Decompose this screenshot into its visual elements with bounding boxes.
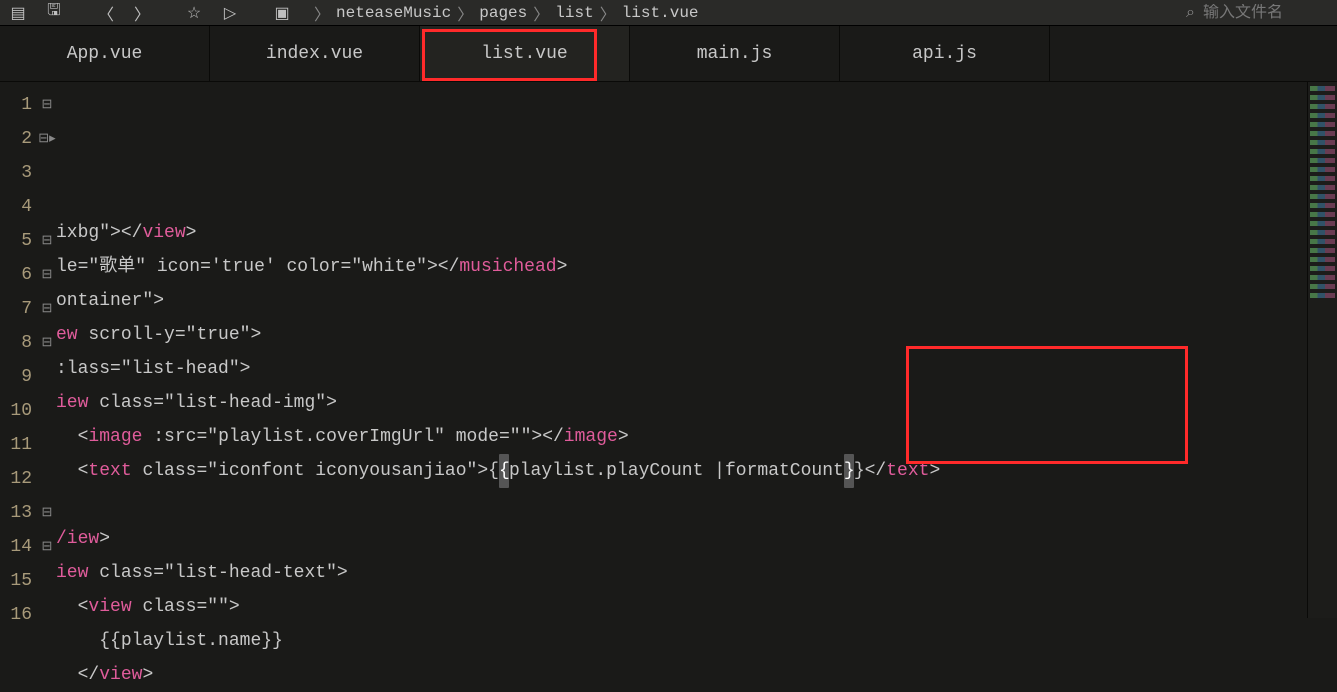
fold-toggle: [38, 564, 56, 598]
line-number: 5: [0, 224, 38, 258]
search-input[interactable]: [1203, 4, 1323, 22]
code-line[interactable]: ontainer">: [56, 284, 1307, 318]
tab-list-vue[interactable]: list.vue: [420, 26, 630, 81]
search-icon[interactable]: ⌕: [1186, 4, 1195, 22]
app-icon: ▣: [268, 1, 296, 25]
crumb[interactable]: list: [555, 4, 593, 22]
code-line[interactable]: <view class="">: [56, 590, 1307, 624]
fold-toggle[interactable]: ⊟: [38, 258, 56, 292]
line-number: 8: [0, 326, 38, 360]
fold-toggle[interactable]: ⊟: [38, 292, 56, 326]
fold-toggle[interactable]: ⊟: [38, 224, 56, 258]
chevron-right-icon: 〉: [457, 1, 473, 25]
code-line[interactable]: /iew>: [56, 522, 1307, 556]
tab-label: list.vue: [481, 44, 567, 64]
chevron-right-icon: 〉: [314, 1, 330, 25]
fold-toggle: [38, 394, 56, 428]
fold-toggle[interactable]: ⊟: [38, 88, 56, 122]
code-line[interactable]: iew class="list-head-img">: [56, 386, 1307, 420]
fold-toggle: [38, 462, 56, 496]
menu-icon[interactable]: ▤: [4, 1, 32, 25]
save-icon[interactable]: 🖫: [40, 1, 68, 25]
run-icon[interactable]: ▷: [216, 1, 244, 25]
forward-icon[interactable]: 〉: [128, 1, 156, 25]
tab-label: api.js: [912, 44, 977, 64]
line-number: 3: [0, 156, 38, 190]
chevron-right-icon: 〉: [533, 1, 549, 25]
code-line[interactable]: </view>: [56, 658, 1307, 692]
code-line[interactable]: ew scroll-y="true">: [56, 318, 1307, 352]
crumb[interactable]: list.vue: [622, 4, 699, 22]
code-line[interactable]: [56, 182, 1307, 216]
fold-toggle: [38, 156, 56, 190]
fold-toggle[interactable]: ⊟: [38, 496, 56, 530]
line-number-gutter: 12345678910111213141516: [0, 82, 38, 618]
tab-api-js[interactable]: api.js: [840, 26, 1050, 81]
line-number: 14: [0, 530, 38, 564]
code-editor[interactable]: 12345678910111213141516 ⊟⊟▸⊟⊟⊟⊟⊟⊟ ixbg">…: [0, 82, 1337, 618]
line-number: 12: [0, 462, 38, 496]
code-line[interactable]: iew class="list-head-text">: [56, 556, 1307, 590]
line-number: 2: [0, 122, 38, 156]
code-line[interactable]: [56, 148, 1307, 182]
line-number: 6: [0, 258, 38, 292]
tab-label: main.js: [697, 44, 773, 64]
line-number: 11: [0, 428, 38, 462]
fold-toggle[interactable]: ⊟▸: [38, 122, 56, 156]
fold-toggle[interactable]: ⊟: [38, 326, 56, 360]
fold-toggle: [38, 360, 56, 394]
code-line[interactable]: :lass="list-head">: [56, 352, 1307, 386]
crumb[interactable]: neteaseMusic: [336, 4, 451, 22]
line-number: 9: [0, 360, 38, 394]
code-line[interactable]: <text class="iconfont iconyousanjiao">{{…: [56, 454, 1307, 488]
tab-index-vue[interactable]: index.vue: [210, 26, 420, 81]
tabbar: App.vue index.vue list.vue main.js api.j…: [0, 26, 1337, 82]
tab-app-vue[interactable]: App.vue: [0, 26, 210, 81]
chevron-right-icon: 〉: [600, 1, 616, 25]
code-line[interactable]: ixbg"></view>: [56, 216, 1307, 250]
line-number: 7: [0, 292, 38, 326]
line-number: 15: [0, 564, 38, 598]
tab-main-js[interactable]: main.js: [630, 26, 840, 81]
star-icon[interactable]: ☆: [180, 1, 208, 25]
fold-gutter[interactable]: ⊟⊟▸⊟⊟⊟⊟⊟⊟: [38, 82, 56, 618]
fold-toggle: [38, 598, 56, 632]
line-number: 4: [0, 190, 38, 224]
fold-toggle: [38, 428, 56, 462]
breadcrumb: 〉 neteaseMusic 〉 pages 〉 list 〉 list.vue: [314, 1, 699, 25]
code-line[interactable]: [56, 488, 1307, 522]
back-icon[interactable]: 〈: [92, 1, 120, 25]
fold-toggle[interactable]: ⊟: [38, 530, 56, 564]
code-line[interactable]: <image :src="playlist.coverImgUrl" mode=…: [56, 420, 1307, 454]
line-number: 10: [0, 394, 38, 428]
line-number: 13: [0, 496, 38, 530]
minimap[interactable]: [1307, 82, 1337, 618]
code-area[interactable]: ixbg"></view>le="歌单" icon='true' color="…: [56, 82, 1307, 618]
line-number: 16: [0, 598, 38, 632]
line-number: 1: [0, 88, 38, 122]
tab-label: index.vue: [266, 44, 363, 64]
toolbar: ▤ 🖫 〈 〉 ☆ ▷ ▣ 〉 neteaseMusic 〉 pages 〉 l…: [0, 0, 1337, 26]
code-line[interactable]: {{playlist.name}}: [56, 624, 1307, 658]
search-area: ⌕: [1186, 4, 1333, 22]
crumb[interactable]: pages: [479, 4, 527, 22]
tab-label: App.vue: [67, 44, 143, 64]
fold-toggle: [38, 190, 56, 224]
code-line[interactable]: le="歌单" icon='true' color="white"></musi…: [56, 250, 1307, 284]
